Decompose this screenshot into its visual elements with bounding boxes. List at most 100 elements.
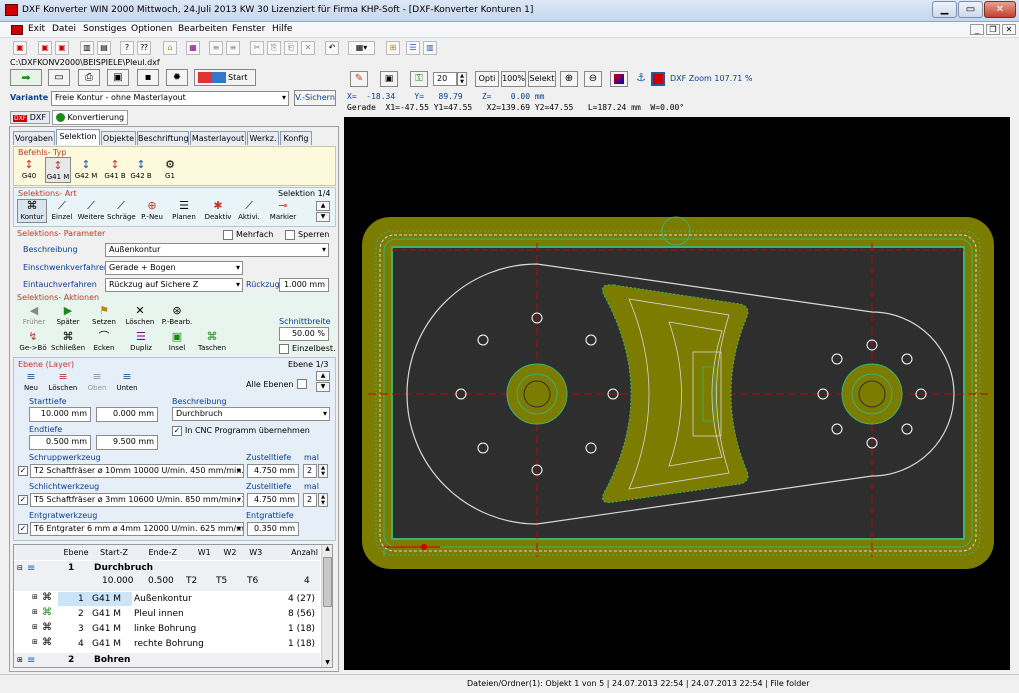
tab-vorgaben[interactable]: Vorgaben [13,131,55,145]
measure-icon[interactable]: ▣ [380,71,398,87]
ecken-button[interactable]: ⌒ Ecken [91,331,117,353]
tab-selektion[interactable]: Selektion [56,129,100,145]
tree-scrollbar[interactable]: ▲ ▼ [321,545,332,667]
schliessen-button[interactable]: ⌘ Schließen [51,331,85,353]
mdi-close-button[interactable]: ✕ [1002,24,1016,35]
mdi-restore-button[interactable]: ❐ [986,24,1000,35]
schrupp-mal-input[interactable]: 2 [303,464,317,478]
dxf-icon[interactable]: ▣ [13,41,27,55]
tile-horizontal-icon[interactable]: ☰ [406,41,420,55]
ge-boe-button[interactable]: ↯ Ge->Bö [19,331,47,353]
rueckzug-input[interactable]: 1.000 mm [279,278,329,292]
layer-row-bohren[interactable]: ⊞ ≡ 2 Bohren [14,653,320,667]
schrupp-zustell-input[interactable]: 4.750 mm [247,464,299,478]
beschreibung-select[interactable]: Außenkontur [105,243,329,257]
g41m-button[interactable]: ↕ G41 M [45,157,71,183]
selektion-up-button[interactable]: ▲ [316,201,330,211]
menu-optionen[interactable]: Optionen [131,24,172,34]
dxf-canvas[interactable] [344,117,1010,670]
tab-konvertierung[interactable]: Konvertierung [52,110,128,125]
schrupp-spin-button[interactable]: ▲ ▼ [318,464,328,478]
scroll-up-icon[interactable]: ▲ [322,545,332,555]
dupliz-button[interactable]: ☰ Dupliz [127,331,155,353]
expand-icon[interactable]: ⊞ [32,593,38,601]
menu-exit[interactable]: Exit [28,24,45,34]
starttiefe-input[interactable]: 10.000 mm [29,407,91,422]
table-row[interactable]: ⊞ ⌘ 3 G41 M linke Bohrung 1 (18) [14,622,320,637]
dxf-drawing[interactable] [344,117,1010,670]
zoom-step-input[interactable]: 20 [433,72,457,86]
copy-icon[interactable]: ⎘ [267,41,281,55]
collapse-icon[interactable]: ⊟ [17,564,23,572]
schlicht-mal-input[interactable]: 2 [303,493,317,507]
help-icon[interactable]: ? [120,41,134,55]
tab-masterlayout[interactable]: Masterlayout [190,131,246,145]
menu-fenster[interactable]: Fenster [232,24,265,34]
settings-icon[interactable]: ✹ [166,69,188,86]
zoom-step-spin[interactable]: ▲ ▼ [457,72,467,86]
entgrat-select[interactable]: T6 Entgrater 6 mm ø 4mm 12000 U/min. 625… [30,522,244,536]
zoom-100-button[interactable]: 100% [501,71,526,87]
deaktiv-button[interactable]: ✱ Deaktiv [204,200,232,222]
list2-icon[interactable]: ≡ [226,41,240,55]
context-help-icon[interactable]: ⁇ [137,41,151,55]
cut-icon[interactable]: ✂ [250,41,264,55]
print-icon[interactable]: ⎙ [78,69,100,86]
home-icon[interactable]: ⌂ [163,41,177,55]
undo-icon[interactable]: ↶ [325,41,339,55]
spaeter-button[interactable]: ▶ Später [55,305,81,327]
aktivi-button[interactable]: ⟋ Aktivi. [236,200,262,222]
anchor-icon[interactable]: ⚓ [632,71,650,87]
tab-dxf[interactable]: DXF DXF [10,111,50,124]
menu-datei[interactable]: Datei [52,24,76,34]
g40-button[interactable]: ↕ G40 [18,159,40,181]
planen-button[interactable]: ☰ Planen [170,200,198,222]
tile-vertical-icon[interactable]: ▥ [423,41,437,55]
einschwenk-select[interactable]: Gerade + Bogen [105,261,243,275]
schnittbreite-input[interactable]: 50.00 % [279,327,329,341]
open-dxf-icon[interactable]: ▣ [38,41,52,55]
expand-icon[interactable]: ⊞ [17,656,23,664]
einzel-button[interactable]: ⟋ Einzel [50,200,74,222]
eintauch-select[interactable]: Rückzug auf Sichere Z [105,278,243,292]
table-row[interactable]: ⊞ ⌘ 1 G41 M Außenkontur 4 (27) [14,592,320,607]
scroll-down-icon[interactable]: ▼ [322,659,332,667]
scroll-thumb[interactable] [323,557,332,607]
tab-objekte[interactable]: Objekte [101,131,136,145]
calculator-icon[interactable]: ▤ [97,41,111,55]
p-neu-button[interactable]: ⊕ P.-Neu [139,200,165,222]
g41b-button[interactable]: ↕ G41 B [103,159,127,181]
endtiefe2-input[interactable]: 9.500 mm [96,435,158,450]
expand-icon[interactable]: ⊞ [32,608,38,616]
expand-icon[interactable]: ⊞ [32,623,38,631]
frueher-button[interactable]: ◀ Früher [21,305,47,327]
delete-icon[interactable]: ✕ [301,41,315,55]
expand-icon[interactable]: ⊞ [32,638,38,646]
variante-select[interactable]: Freie Kontur - ohne Masterlayout [51,91,289,106]
tab-konfig[interactable]: Konfig [280,131,312,145]
einzelbest-checkbox[interactable] [279,344,289,354]
menu-bearbeiten[interactable]: Bearbeiten [178,24,227,34]
schlicht-checkbox[interactable]: ✓ [18,495,28,505]
layer-row-durchbruch[interactable]: ⊟ ≡ 1 Durchbruch 10.000 0.500 T2 T5 T6 4 [14,561,320,591]
v-sichern-button[interactable]: V.-Sichern [294,90,336,106]
start-button[interactable]: Start [194,69,256,86]
cnc-checkbox[interactable]: ✓ [172,426,182,436]
color-icon[interactable] [610,71,628,87]
sperren-checkbox[interactable] [285,230,295,240]
weitere-button[interactable]: ⟋ Weitere [77,200,105,222]
ebene-unten-button[interactable]: ≡ Unten [116,371,138,393]
import-icon[interactable]: ▣ [55,41,69,55]
maximize-button[interactable]: ▭ [958,1,983,18]
tab-werkz[interactable]: Werkz. [247,131,279,145]
setzen-button[interactable]: ⚑ Setzen [91,305,117,327]
taschen-button[interactable]: ⌘ Taschen [197,331,227,353]
entgrattiefe-input[interactable]: 0.350 mm [247,522,299,536]
zoom-in-icon[interactable]: ⊕ [560,71,578,87]
save-icon[interactable]: ▪ [137,69,159,86]
g42b-button[interactable]: ↕ G42 B [129,159,153,181]
zoom-out-icon[interactable]: ⊖ [584,71,602,87]
ebene-down-button[interactable]: ▼ [316,382,330,392]
pen-icon[interactable]: ✎ [350,71,368,87]
alle-ebenen-checkbox[interactable] [297,379,307,389]
